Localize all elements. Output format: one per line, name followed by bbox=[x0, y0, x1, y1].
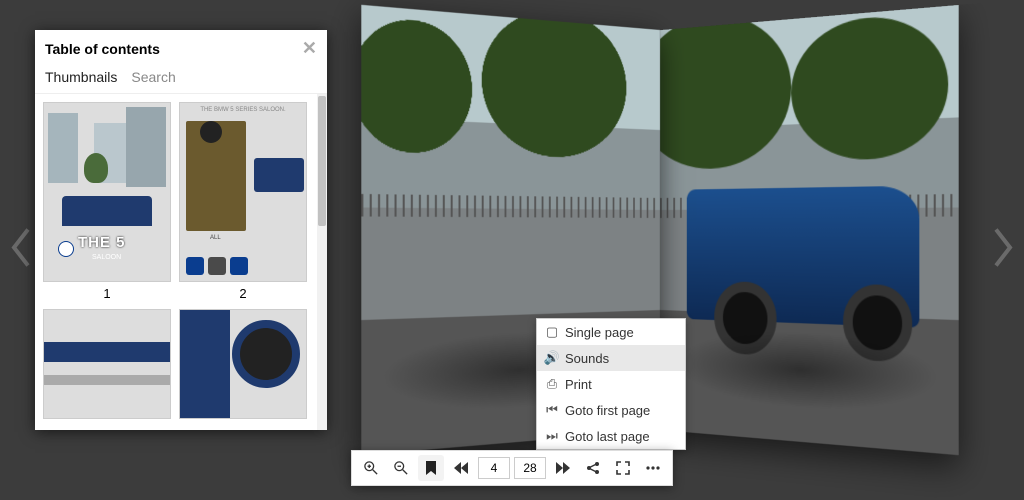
zoom-out-button[interactable] bbox=[388, 455, 414, 481]
file-icon: ▢ bbox=[545, 324, 559, 340]
total-pages: 28 bbox=[514, 457, 546, 479]
close-icon[interactable]: ✕ bbox=[302, 38, 317, 59]
current-page-input[interactable]: 4 bbox=[478, 457, 510, 479]
menu-print[interactable]: ⎙ Print bbox=[537, 371, 685, 397]
toc-button[interactable] bbox=[418, 455, 444, 481]
menu-goto-last[interactable]: ⏭ Goto last page bbox=[537, 423, 685, 449]
thumbnail-4[interactable] bbox=[179, 309, 307, 419]
next-page-arrow[interactable] bbox=[988, 228, 1016, 273]
menu-single-page[interactable]: ▢ Single page bbox=[537, 319, 685, 345]
menu-label: Goto last page bbox=[565, 429, 650, 444]
toc-panel: Table of contents ✕ Thumbnails Search TH… bbox=[35, 30, 327, 430]
share-button[interactable] bbox=[580, 455, 606, 481]
fullscreen-button[interactable] bbox=[610, 455, 636, 481]
prev-page-arrow[interactable] bbox=[8, 228, 36, 273]
thumb-number: 2 bbox=[239, 286, 246, 301]
thumbnail-3[interactable] bbox=[43, 309, 171, 419]
sound-icon: 🔊 bbox=[545, 350, 559, 366]
bmw-logo-icon bbox=[58, 241, 74, 257]
thumbnail-1[interactable]: THE 5 SALOON 1 bbox=[43, 102, 171, 301]
skip-first-icon: ⏮ bbox=[545, 402, 559, 418]
menu-goto-first[interactable]: ⏮ Goto first page bbox=[537, 397, 685, 423]
cover-title: THE 5 bbox=[78, 234, 126, 251]
print-icon: ⎙ bbox=[545, 376, 559, 392]
next-fast-button[interactable] bbox=[550, 455, 576, 481]
context-menu: ▢ Single page 🔊 Sounds ⎙ Print ⏮ Goto fi… bbox=[536, 318, 686, 450]
menu-label: Goto first page bbox=[565, 403, 650, 418]
thumbnail-2[interactable]: THE BMW 5 SERIES SALOON. ALL 2 bbox=[179, 102, 307, 301]
page-right[interactable] bbox=[660, 5, 959, 455]
tab-thumbnails[interactable]: Thumbnails bbox=[45, 69, 117, 85]
prev-fast-button[interactable] bbox=[448, 455, 474, 481]
menu-label: Single page bbox=[565, 325, 634, 340]
menu-sounds[interactable]: 🔊 Sounds bbox=[537, 345, 685, 371]
menu-label: Print bbox=[565, 377, 592, 392]
tab-search[interactable]: Search bbox=[131, 69, 175, 85]
toolbar: 4 28 bbox=[351, 450, 673, 486]
cover-subtitle: SALOON bbox=[92, 254, 121, 261]
more-button[interactable] bbox=[640, 455, 666, 481]
thumb-header: THE BMW 5 SERIES SALOON. bbox=[180, 107, 306, 113]
thumb-number: 1 bbox=[103, 286, 110, 301]
skip-last-icon: ⏭ bbox=[545, 428, 559, 444]
toc-title: Table of contents bbox=[45, 41, 160, 57]
menu-label: Sounds bbox=[565, 351, 609, 366]
zoom-in-button[interactable] bbox=[358, 455, 384, 481]
toc-scrollbar[interactable] bbox=[317, 94, 327, 430]
